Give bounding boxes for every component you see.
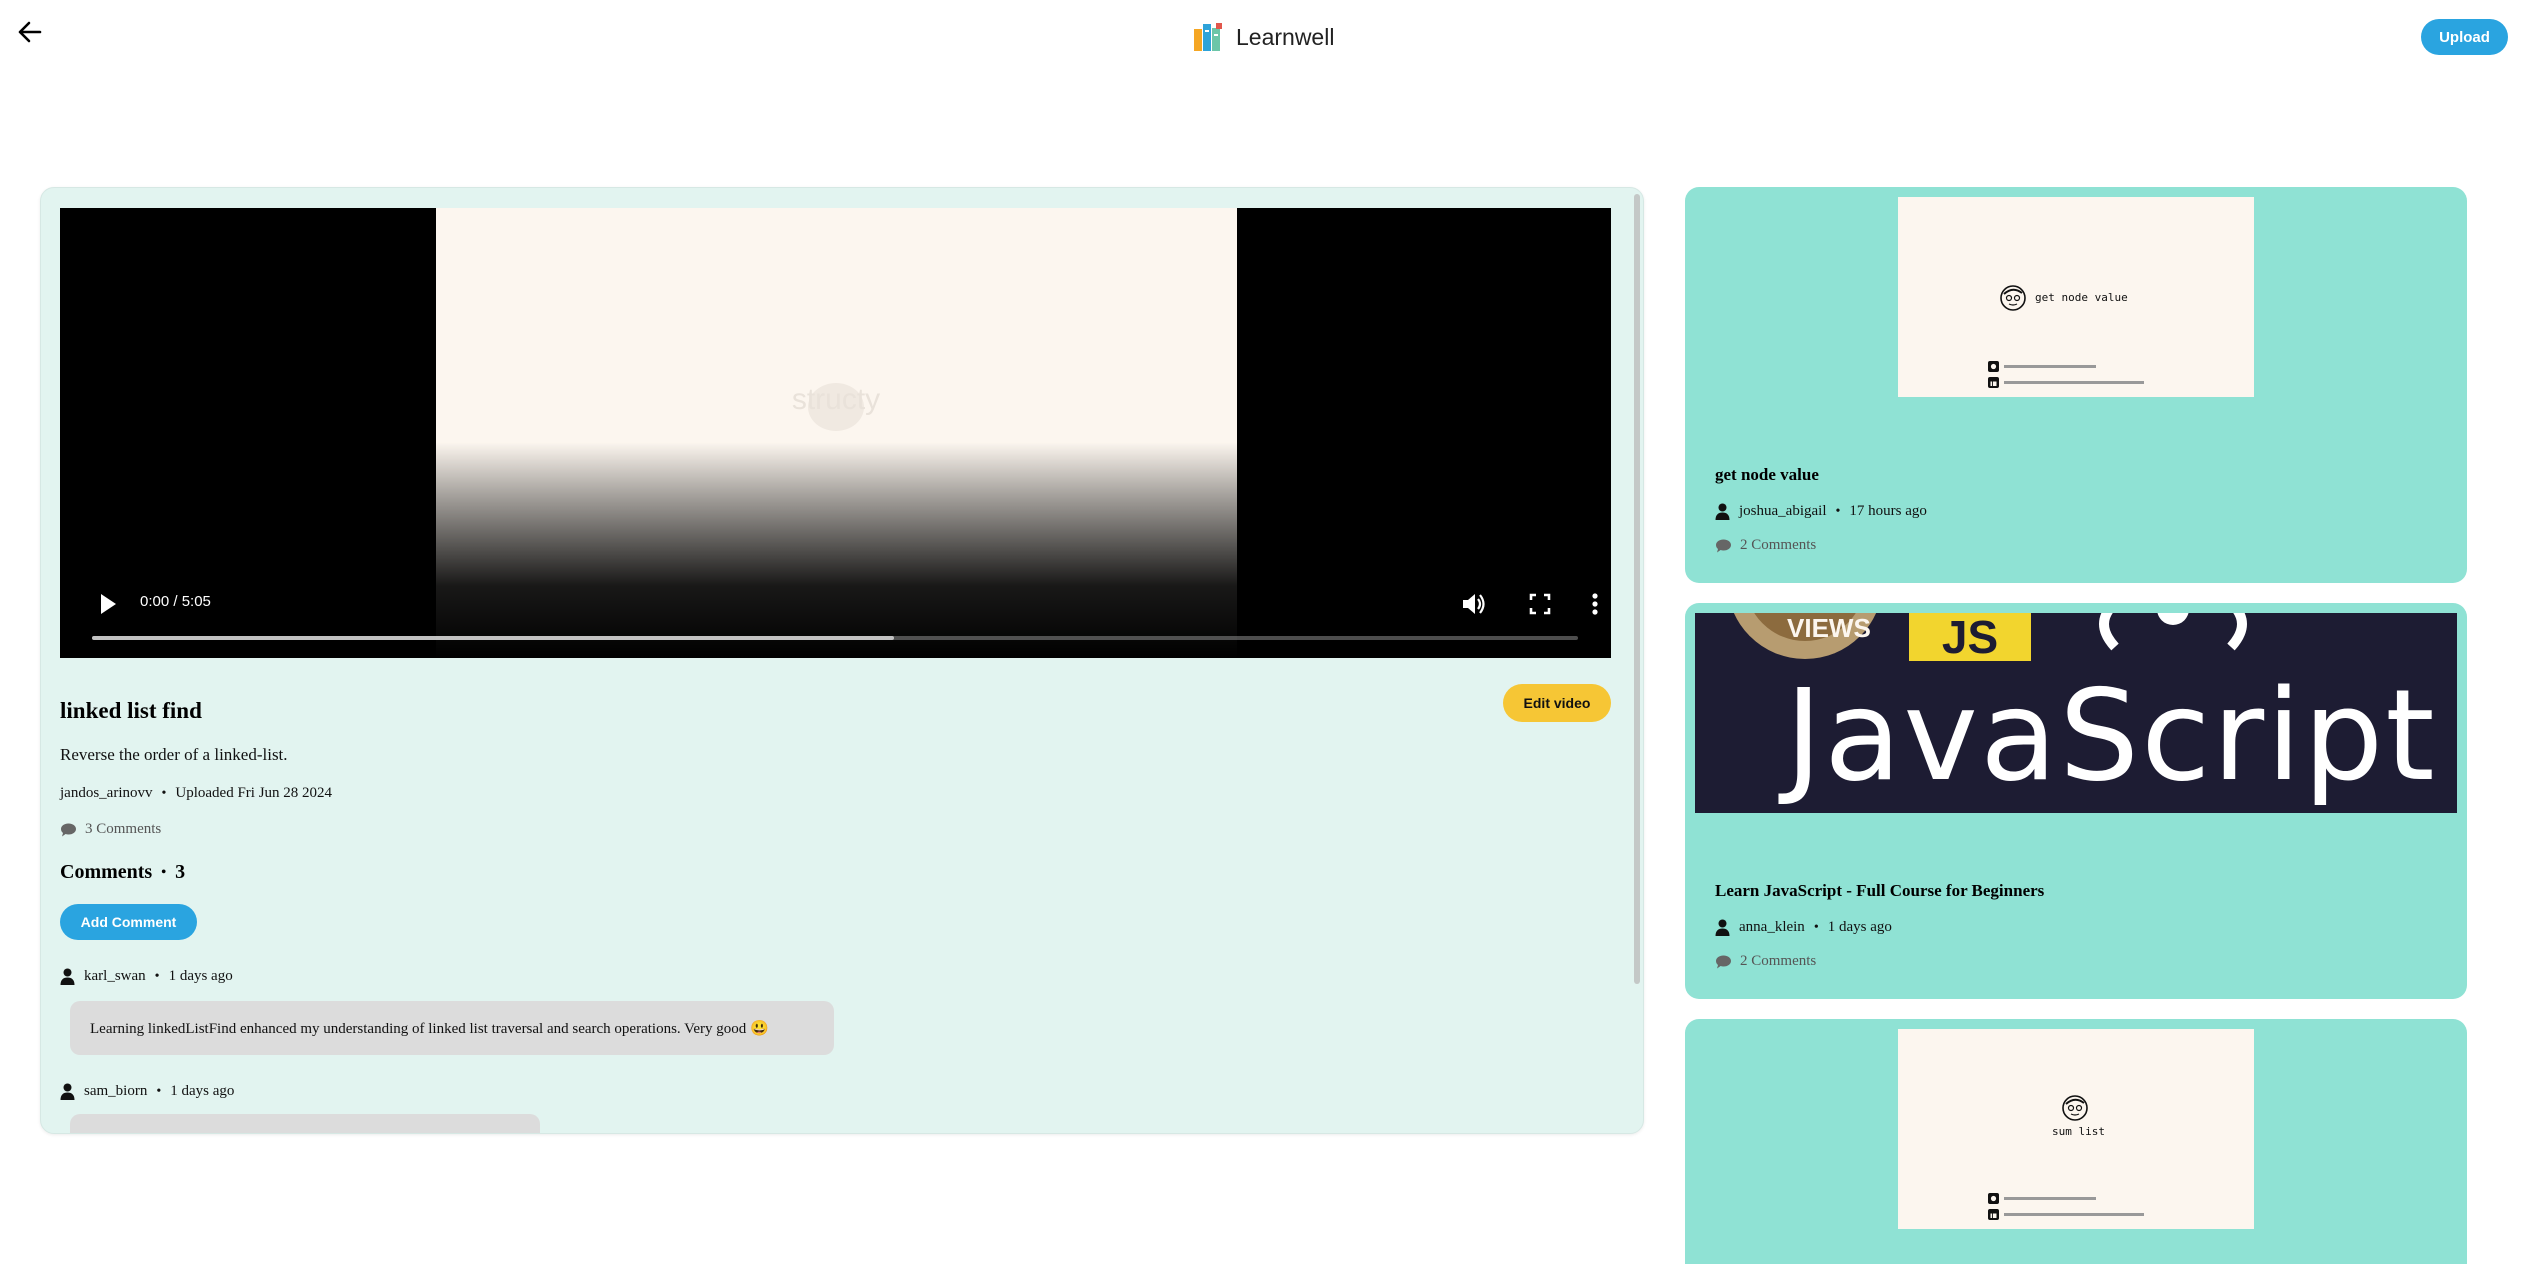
card-comment-count: 2 Comments: [1715, 537, 1816, 554]
time-display: 0:00 / 5:05: [140, 593, 211, 610]
top-bar: Learnwell Upload: [0, 0, 2527, 80]
user-icon: [1715, 919, 1730, 936]
github-icon: [1988, 361, 1999, 372]
video-comment-count: 3 Comments: [60, 821, 161, 838]
video-buffered-bar: [92, 636, 895, 640]
card-time: 17 hours ago: [1849, 503, 1927, 519]
video-description: Reverse the order of a linked-list.: [60, 745, 288, 764]
card-title: get node value: [1715, 465, 1819, 484]
js-badge: JS: [1909, 613, 2031, 663]
video-meta: jandos_arinovv • Uploaded Fri Jun 28 202…: [60, 785, 332, 802]
user-icon: [1715, 503, 1730, 520]
volume-button[interactable]: [1458, 588, 1490, 620]
card-author: joshua_abigail: [1739, 503, 1827, 519]
card-author: anna_klein: [1739, 919, 1805, 935]
comment-author[interactable]: karl_swan: [84, 968, 146, 985]
comment-icon: [1716, 539, 1731, 552]
separator-dot: •: [1835, 503, 1841, 519]
comments-heading: Comments • 3: [60, 861, 185, 884]
linkedin-icon: [1988, 1209, 1999, 1220]
comment-bubble: [70, 1114, 540, 1133]
books-logo-icon: [1194, 23, 1222, 51]
comment-time: 1 days ago: [170, 1083, 235, 1099]
brand-name: Learnwell: [1236, 23, 1335, 50]
user-icon: [60, 968, 75, 985]
volume-icon: [1463, 594, 1485, 614]
avatar-sketch-icon: [2062, 1095, 2088, 1121]
video-detail-panel: structy 0:00 / 5:05: [40, 187, 1644, 1134]
separator-dot: •: [1813, 919, 1819, 935]
comment-bubble: Learning linkedListFind enhanced my unde…: [70, 1001, 834, 1055]
video-thumbnail: sum list: [1898, 1029, 2254, 1229]
edit-video-button[interactable]: Edit video: [1503, 684, 1611, 722]
separator-dot: •: [154, 968, 160, 984]
link-line: [2004, 1197, 2096, 1200]
linkedin-icon: [1988, 377, 1999, 388]
fullscreen-icon: [1529, 593, 1551, 615]
video-thumbnail: VIEWS JS JavaScript: [1695, 613, 2457, 813]
comments-heading-count: 3: [175, 861, 186, 883]
user-icon: [60, 1083, 75, 1100]
thumbnail-headline: JavaScript: [1785, 662, 2437, 809]
play-button[interactable]: [96, 590, 120, 618]
video-progress-bar[interactable]: [92, 636, 1578, 640]
separator-dot: •: [161, 864, 167, 880]
video-controls-gradient: [60, 208, 1611, 658]
card-meta: joshua_abigail • 17 hours ago: [1715, 503, 1927, 520]
separator-dot: •: [156, 1083, 162, 1099]
comment-header: karl_swan • 1 days ago: [60, 968, 233, 985]
broadcast-icon: [2099, 613, 2247, 651]
more-vertical-icon: [1592, 593, 1598, 615]
add-comment-button[interactable]: Add Comment: [60, 904, 197, 940]
thumbnail-caption: get node value: [2035, 291, 2128, 304]
more-options-button[interactable]: [1587, 588, 1603, 620]
comment-icon: [1716, 955, 1731, 968]
card-title: Learn JavaScript - Full Course for Begin…: [1715, 881, 2045, 900]
arrow-left-icon: [18, 21, 42, 43]
card-meta: anna_klein • 1 days ago: [1715, 919, 1892, 936]
link-line: [2004, 381, 2144, 384]
play-icon: [101, 594, 116, 614]
comment-count-text: 3 Comments: [85, 821, 162, 837]
js-badge-text: JS: [1941, 613, 1999, 663]
scrollbar-thumb[interactable]: [1634, 194, 1640, 984]
related-video-card[interactable]: VIEWS JS JavaScript Learn JavaScript - F…: [1685, 603, 2467, 999]
card-time: 1 days ago: [1827, 919, 1892, 935]
link-line: [2004, 365, 2096, 368]
comments-heading-label: Comments: [60, 861, 153, 883]
video-title: linked list find: [60, 698, 202, 723]
video-player[interactable]: structy 0:00 / 5:05: [60, 208, 1611, 658]
seal-text: VIEWS: [1787, 613, 1871, 643]
card-comments-text: 2 Comments: [1740, 953, 1817, 969]
comment-author[interactable]: sam_biorn: [84, 1083, 147, 1100]
back-button[interactable]: [14, 16, 46, 48]
comment-header: sam_biorn • 1 days ago: [60, 1083, 234, 1100]
related-video-card[interactable]: get node value get node value joshua_abi…: [1685, 187, 2467, 583]
comment-text: Learning linkedListFind enhanced my unde…: [90, 1020, 769, 1037]
separator-dot: •: [161, 785, 167, 801]
comment-icon: [61, 823, 76, 836]
video-author[interactable]: jandos_arinovv: [60, 785, 152, 802]
avatar-sketch-icon: [2000, 285, 2026, 311]
related-video-card[interactable]: sum list: [1685, 1019, 2467, 1264]
card-comments-text: 2 Comments: [1740, 537, 1817, 553]
fullscreen-button[interactable]: [1524, 588, 1556, 620]
link-line: [2004, 1213, 2144, 1216]
upload-date: Uploaded Fri Jun 28 2024: [175, 785, 333, 801]
brand[interactable]: Learnwell: [1192, 20, 1334, 54]
card-comment-count: 2 Comments: [1715, 953, 1816, 970]
video-thumbnail: get node value: [1898, 197, 2254, 397]
comment-time: 1 days ago: [168, 968, 233, 984]
upload-button[interactable]: Upload: [2421, 19, 2508, 55]
thumbnail-caption: sum list: [2052, 1125, 2105, 1138]
github-icon: [1988, 1193, 1999, 1204]
